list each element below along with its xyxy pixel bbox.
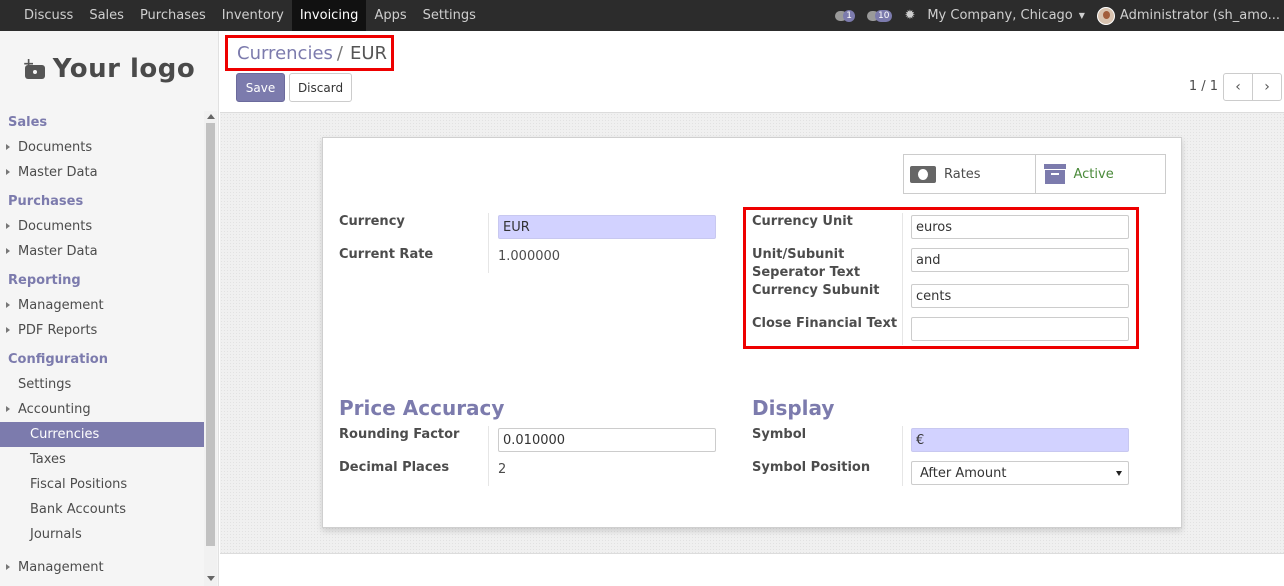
symbol-field[interactable]: € bbox=[911, 428, 1129, 452]
decimal-places-label: Decimal Places bbox=[339, 460, 450, 475]
menu-purchases[interactable]: Purchases bbox=[132, 0, 214, 31]
menu-inventory[interactable]: Inventory bbox=[214, 0, 292, 31]
bug-icon: ✹ bbox=[904, 8, 916, 23]
messages-badge: 1 bbox=[843, 9, 855, 22]
currency-unit-label: Currency Unit bbox=[752, 214, 853, 229]
breadcrumb: Currencies / EUR bbox=[225, 35, 394, 71]
currency-subunit-field[interactable]: cents bbox=[911, 284, 1129, 308]
close-financial-text-field[interactable] bbox=[911, 317, 1129, 341]
decimal-places-value: 2 bbox=[498, 462, 507, 477]
sidebar: + Your logo Sales Documents Master Data … bbox=[0, 31, 219, 586]
debug-button[interactable]: ✹ bbox=[904, 8, 915, 23]
sidebar-item-journals[interactable]: Journals bbox=[0, 522, 218, 547]
symbol-position-label: Symbol Position bbox=[752, 460, 871, 475]
menu-apps[interactable]: Apps bbox=[366, 0, 414, 31]
save-button[interactable]: Save bbox=[236, 73, 285, 102]
field-divider bbox=[902, 426, 903, 486]
top-navbar: Discuss Sales Purchases Inventory Invoic… bbox=[0, 0, 1284, 31]
sidebar-item-management[interactable]: Management bbox=[0, 293, 218, 318]
sidebar-item-accounting[interactable]: Accounting bbox=[0, 397, 218, 422]
price-accuracy-title: Price Accuracy bbox=[339, 396, 505, 420]
menu-invoicing[interactable]: Invoicing bbox=[291, 0, 367, 31]
app-menu: Discuss Sales Purchases Inventory Invoic… bbox=[0, 0, 484, 31]
activities-button[interactable]: 10 bbox=[866, 9, 893, 22]
chevron-right-icon: › bbox=[1264, 79, 1270, 95]
scroll-down-icon[interactable] bbox=[207, 576, 215, 581]
scroll-up-icon[interactable] bbox=[207, 114, 215, 119]
field-divider bbox=[488, 213, 489, 273]
activities-badge: 10 bbox=[874, 9, 893, 22]
archive-icon bbox=[1043, 164, 1066, 184]
currency-field[interactable]: EUR bbox=[498, 215, 716, 239]
form-view: Rates Active Currency EUR Current Rate 1… bbox=[220, 113, 1284, 553]
sidebar-item-sales-master-data[interactable]: Master Data bbox=[0, 160, 218, 185]
rounding-factor-label: Rounding Factor bbox=[339, 427, 460, 442]
close-financial-text-label: Close Financial Text bbox=[752, 316, 898, 331]
currency-label: Currency bbox=[339, 214, 405, 229]
sidebar-item-sales-documents[interactable]: Documents bbox=[0, 135, 218, 160]
sidebar-item-currencies[interactable]: Currencies bbox=[0, 422, 204, 447]
sidebar-item-pdf-reports[interactable]: PDF Reports bbox=[0, 318, 218, 343]
money-icon bbox=[910, 165, 936, 183]
rates-label: Rates bbox=[944, 166, 981, 182]
caret-down-icon bbox=[1116, 471, 1122, 476]
sidebar-item-taxes[interactable]: Taxes bbox=[0, 447, 218, 472]
symbol-position-value: After Amount bbox=[920, 466, 1007, 481]
company-logo: + Your logo bbox=[0, 31, 218, 106]
sidebar-item-fiscal-positions[interactable]: Fiscal Positions bbox=[0, 472, 218, 497]
company-name: My Company, Chicago bbox=[927, 8, 1073, 23]
user-menu[interactable]: Administrator (sh_amo... bbox=[1096, 6, 1280, 25]
scrollbar-thumb[interactable] bbox=[206, 123, 215, 546]
sidebar-section-sales: Sales bbox=[8, 115, 48, 130]
active-toggle-button[interactable]: Active bbox=[1034, 155, 1165, 193]
separator-text-label: Unit/Subunit Seperator Text bbox=[752, 247, 861, 280]
chevron-left-icon: ‹ bbox=[1235, 79, 1241, 95]
sidebar-item-settings[interactable]: Settings bbox=[0, 372, 218, 397]
currency-unit-field[interactable]: euros bbox=[911, 215, 1129, 239]
smart-buttons: Rates Active bbox=[903, 154, 1166, 194]
form-sheet: Rates Active Currency EUR Current Rate 1… bbox=[322, 137, 1182, 528]
menu-sales[interactable]: Sales bbox=[81, 0, 132, 31]
currency-subunit-label: Currency Subunit bbox=[752, 283, 880, 298]
rates-button[interactable]: Rates bbox=[904, 155, 1035, 193]
menu-settings[interactable]: Settings bbox=[415, 0, 484, 31]
sidebar-section-purchases: Purchases bbox=[8, 194, 84, 209]
separator-text-field[interactable]: and bbox=[911, 248, 1129, 272]
sidebar-item-bank-accounts[interactable]: Bank Accounts bbox=[0, 497, 218, 522]
user-name: Administrator (sh_amo... bbox=[1119, 8, 1280, 23]
messages-button[interactable]: 1 bbox=[835, 9, 855, 22]
current-rate-label: Current Rate bbox=[339, 247, 434, 262]
active-label: Active bbox=[1073, 166, 1114, 182]
pager-value: 1 / 1 bbox=[1188, 79, 1218, 94]
logo-text: Your logo bbox=[52, 53, 196, 84]
sidebar-section-reporting: Reporting bbox=[8, 273, 81, 288]
menu-discuss[interactable]: Discuss bbox=[16, 0, 81, 31]
discard-button[interactable]: Discard bbox=[289, 73, 352, 102]
field-divider bbox=[488, 426, 489, 486]
breadcrumb-current: EUR bbox=[349, 42, 388, 64]
display-title: Display bbox=[752, 396, 835, 420]
sidebar-item-config-management[interactable]: Management bbox=[0, 555, 218, 580]
camera-icon: + bbox=[23, 56, 47, 79]
avatar bbox=[1096, 6, 1115, 25]
pager-next-button[interactable]: › bbox=[1252, 73, 1282, 101]
control-panel: Currencies / EUR Save Discard 1 / 1 ‹ › bbox=[220, 31, 1284, 113]
pager-previous-button[interactable]: ‹ bbox=[1223, 73, 1253, 101]
sidebar-section-configuration: Configuration bbox=[8, 352, 108, 367]
rounding-factor-field[interactable]: 0.010000 bbox=[498, 428, 716, 452]
caret-down-icon: ▼ bbox=[1078, 11, 1085, 20]
breadcrumb-currencies[interactable]: Currencies bbox=[237, 43, 333, 64]
breadcrumb-separator: / bbox=[336, 42, 343, 64]
field-divider bbox=[902, 213, 903, 345]
current-rate-value: 1.000000 bbox=[498, 249, 561, 264]
company-switcher[interactable]: My Company, Chicago ▼ bbox=[927, 8, 1085, 23]
sidebar-item-purchases-documents[interactable]: Documents bbox=[0, 214, 218, 239]
sidebar-scrollbar[interactable] bbox=[204, 111, 217, 586]
symbol-label: Symbol bbox=[752, 427, 807, 442]
sidebar-item-purchases-master-data[interactable]: Master Data bbox=[0, 239, 218, 264]
symbol-position-select[interactable]: After Amount bbox=[911, 461, 1129, 485]
footer-area bbox=[220, 553, 1284, 586]
